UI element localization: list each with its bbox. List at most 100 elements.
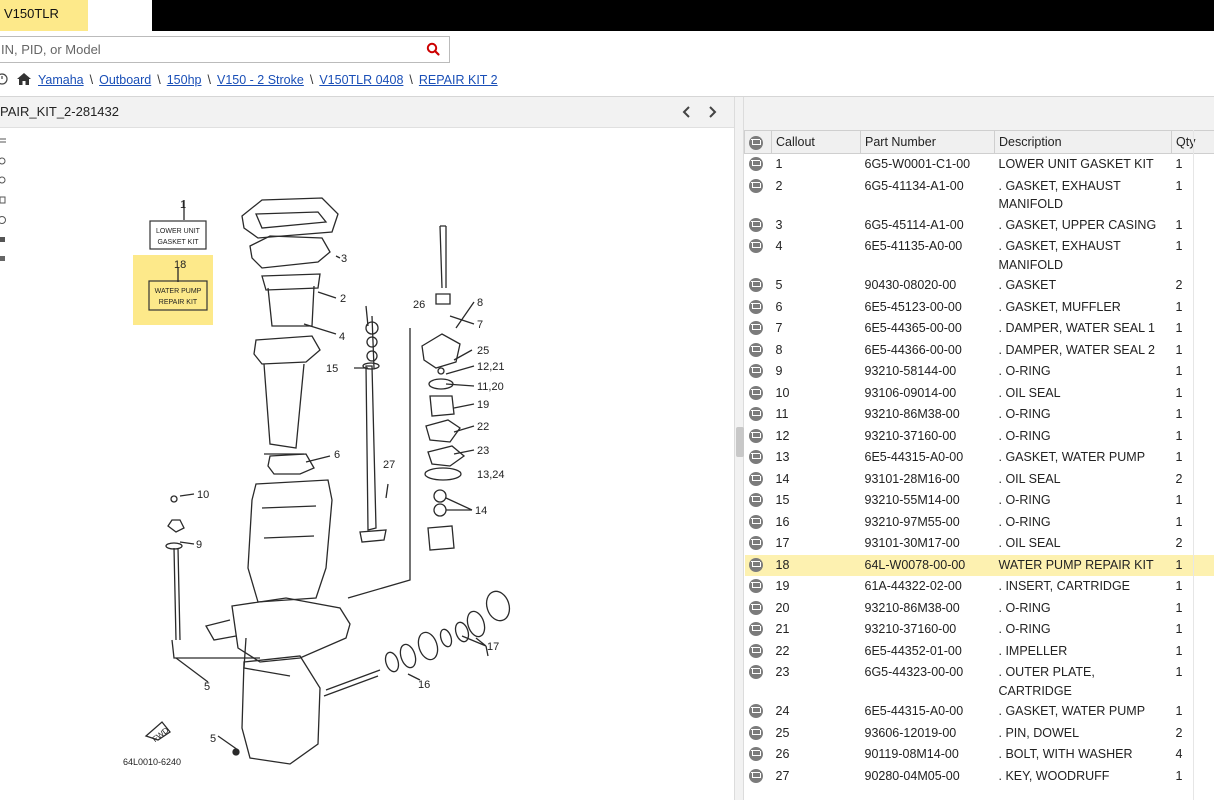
- add-to-cart-button[interactable]: [745, 619, 772, 641]
- breadcrumb-link-v150-2-stroke[interactable]: V150 - 2 Stroke: [217, 73, 304, 87]
- cell-callout: 27: [775, 768, 790, 783]
- callout-label: 2: [340, 293, 346, 305]
- kit-box-lower-unit[interactable]: LOWER UNIT GASKET KIT: [149, 220, 207, 250]
- kit-box-water-pump[interactable]: WATER PUMP REPAIR KIT: [148, 280, 208, 311]
- callout-label: 8: [477, 297, 483, 309]
- search-icon: [426, 42, 440, 56]
- table-row[interactable]: 15 93210-55M14-00. O-RING 1: [745, 490, 1214, 512]
- cell-part-number: 6E5-44352-01-00: [864, 643, 962, 658]
- search-button[interactable]: [421, 39, 445, 60]
- table-row[interactable]: 3 6G5-45114-A1-00. GASKET, UPPER CASING 1: [745, 215, 1214, 237]
- add-to-cart-button[interactable]: [745, 701, 772, 723]
- model-tab[interactable]: V150TLR 0408: [0, 0, 152, 49]
- add-to-cart-button[interactable]: [745, 533, 772, 555]
- cell-description: . PIN, DOWEL: [998, 725, 1080, 740]
- search-input[interactable]: [1, 39, 401, 60]
- add-to-cart-button[interactable]: [745, 576, 772, 598]
- add-to-cart-button[interactable]: [745, 744, 772, 766]
- table-row[interactable]: 24 6E5-44315-A0-00. GASKET, WATER PUMP 1: [745, 701, 1214, 723]
- table-row[interactable]: 23 6G5-44323-00-00 . OUTER PLATE, CARTRIDG…: [745, 662, 1214, 701]
- column-header-description[interactable]: Description: [994, 130, 1172, 154]
- cart-icon: [748, 600, 763, 615]
- pane-splitter[interactable]: [734, 97, 744, 800]
- breadcrumb-link-outboard[interactable]: Outboard: [99, 73, 151, 87]
- cart-icon: [749, 135, 763, 150]
- table-row[interactable]: 1 6G5-W0001-C1-00 LOWER UNIT GASKET KIT 1: [745, 154, 1214, 176]
- parts-list-pane: Callout Part Number Description Qty 1 6G5…: [744, 97, 1214, 800]
- add-to-cart-button[interactable]: [745, 275, 772, 297]
- table-row[interactable]: 10 93106-09014-00. OIL SEAL 1: [745, 383, 1214, 405]
- add-to-cart-button[interactable]: [745, 176, 772, 215]
- add-all-to-cart-button[interactable]: [744, 130, 772, 154]
- table-row[interactable]: 26 90119-08M14-00. BOLT, WITH WASHER 4: [745, 744, 1214, 766]
- cell-part-number: 61A-44322-02-00: [864, 579, 962, 593]
- cell-description: LOWER UNIT GASKET KIT: [998, 157, 1154, 171]
- table-row[interactable]: 19 61A-44322-02-00. INSERT, CARTRIDGE 1: [745, 576, 1214, 598]
- add-to-cart-button[interactable]: [745, 641, 772, 663]
- add-to-cart-button[interactable]: [745, 723, 772, 745]
- table-row[interactable]: 22 6E5-44352-01-00. IMPELLER 1: [745, 641, 1214, 663]
- table-row[interactable]: 20 93210-86M38-00. O-RING 1: [745, 598, 1214, 620]
- table-row[interactable]: 4 6E5-41135-A0-00 . GASKET, EXHAUST MANIFO…: [745, 236, 1214, 275]
- add-to-cart-button[interactable]: [745, 361, 772, 383]
- add-to-cart-button[interactable]: [745, 297, 772, 319]
- table-row[interactable]: 21 93210-37160-00. O-RING 1: [745, 619, 1214, 641]
- add-to-cart-button[interactable]: [745, 512, 772, 534]
- table-row[interactable]: 6 6E5-45123-00-00. GASKET, MUFFLER 1: [745, 297, 1214, 319]
- cart-icon: [748, 364, 763, 378]
- breadcrumb-link-150hp[interactable]: 150hp: [167, 73, 202, 87]
- add-to-cart-button[interactable]: [745, 490, 772, 512]
- add-to-cart-button[interactable]: [745, 469, 772, 491]
- model-tab-label: V150TLR 0408: [0, 0, 88, 49]
- table-row[interactable]: 25 93606-12019-00. PIN, DOWEL 2: [745, 723, 1214, 745]
- table-row[interactable]: 13 6E5-44315-A0-00. GASKET, WATER PUMP 1: [745, 447, 1214, 469]
- add-to-cart-button[interactable]: [745, 426, 772, 448]
- table-row[interactable]: 7 6E5-44365-00-00. DAMPER, WATER SEAL 11: [745, 318, 1214, 340]
- table-row[interactable]: 18 64L-W0078-00-00 WATER PUMP REPAIR KIT 1: [744, 554, 1214, 576]
- table-row[interactable]: 11 93210-86M38-00. O-RING 1: [745, 404, 1214, 426]
- callout-label: 19: [477, 399, 489, 411]
- column-header-part-number[interactable]: Part Number: [860, 130, 995, 154]
- breadcrumb-link-repair-kit[interactable]: REPAIR KIT 2: [419, 73, 498, 87]
- add-to-cart-button[interactable]: [745, 318, 772, 340]
- breadcrumb-link-model[interactable]: V150TLR 0408: [319, 73, 403, 87]
- table-row[interactable]: 14 93101-28M16-00. OIL SEAL 2: [745, 469, 1214, 491]
- add-to-cart-button[interactable]: [745, 383, 772, 405]
- add-to-cart-button[interactable]: [745, 447, 772, 469]
- cell-description: . GASKET, WATER PUMP: [998, 450, 1146, 464]
- breadcrumb-separator: \: [89, 73, 94, 87]
- add-to-cart-button[interactable]: [745, 662, 772, 701]
- cart-icon: [748, 385, 763, 400]
- add-to-cart-button[interactable]: [745, 215, 772, 237]
- table-row[interactable]: 27 90280-04M05-00. KEY, WOODRUFF 1: [745, 766, 1214, 788]
- add-to-cart-button[interactable]: [745, 404, 772, 426]
- add-to-cart-button[interactable]: [745, 598, 772, 620]
- cell-description: . OIL SEAL: [998, 471, 1061, 486]
- breadcrumb-separator: \: [309, 73, 314, 87]
- table-row[interactable]: 16 93210-97M55-00. O-RING 1: [745, 512, 1214, 534]
- next-diagram-button[interactable]: [703, 102, 721, 122]
- cell-description: . O-RING: [998, 428, 1051, 443]
- exploded-parts-diagram[interactable]: LOWER UNIT GASKET KIT WATER PUMP REPAIR …: [0, 128, 734, 800]
- parts-table: Callout Part Number Description Qty 1 6G5…: [744, 130, 1214, 787]
- column-header-callout[interactable]: Callout: [771, 130, 861, 154]
- add-to-cart-button[interactable]: [745, 154, 772, 176]
- table-row[interactable]: 2 6G5-41134-A1-00 . GASKET, EXHAUST MANIFO…: [745, 176, 1214, 215]
- prev-diagram-button[interactable]: [678, 102, 696, 122]
- cart-icon: [748, 450, 763, 464]
- splitter-handle[interactable]: [736, 427, 744, 457]
- add-to-cart-button[interactable]: [745, 236, 772, 275]
- table-row[interactable]: 9 93210-58144-00. O-RING 1: [745, 361, 1214, 383]
- cell-part-number: 90430-08020-00: [864, 278, 957, 292]
- breadcrumb-link-yamaha[interactable]: Yamaha: [38, 73, 84, 87]
- home-icon[interactable]: [16, 72, 32, 89]
- table-row[interactable]: 17 93101-30M17-00. OIL SEAL 2: [745, 533, 1214, 555]
- add-to-cart-button[interactable]: [745, 340, 772, 362]
- table-row[interactable]: 8 6E5-44366-00-00. DAMPER, WATER SEAL 21: [745, 340, 1214, 362]
- add-to-cart-button[interactable]: [745, 766, 772, 788]
- table-row[interactable]: 5 90430-08020-00. GASKET 2: [745, 275, 1214, 297]
- cart-icon: [748, 407, 763, 421]
- history-icon[interactable]: [0, 72, 10, 89]
- table-row[interactable]: 12 93210-37160-00. O-RING 1: [745, 426, 1214, 448]
- add-to-cart-button[interactable]: [744, 554, 772, 576]
